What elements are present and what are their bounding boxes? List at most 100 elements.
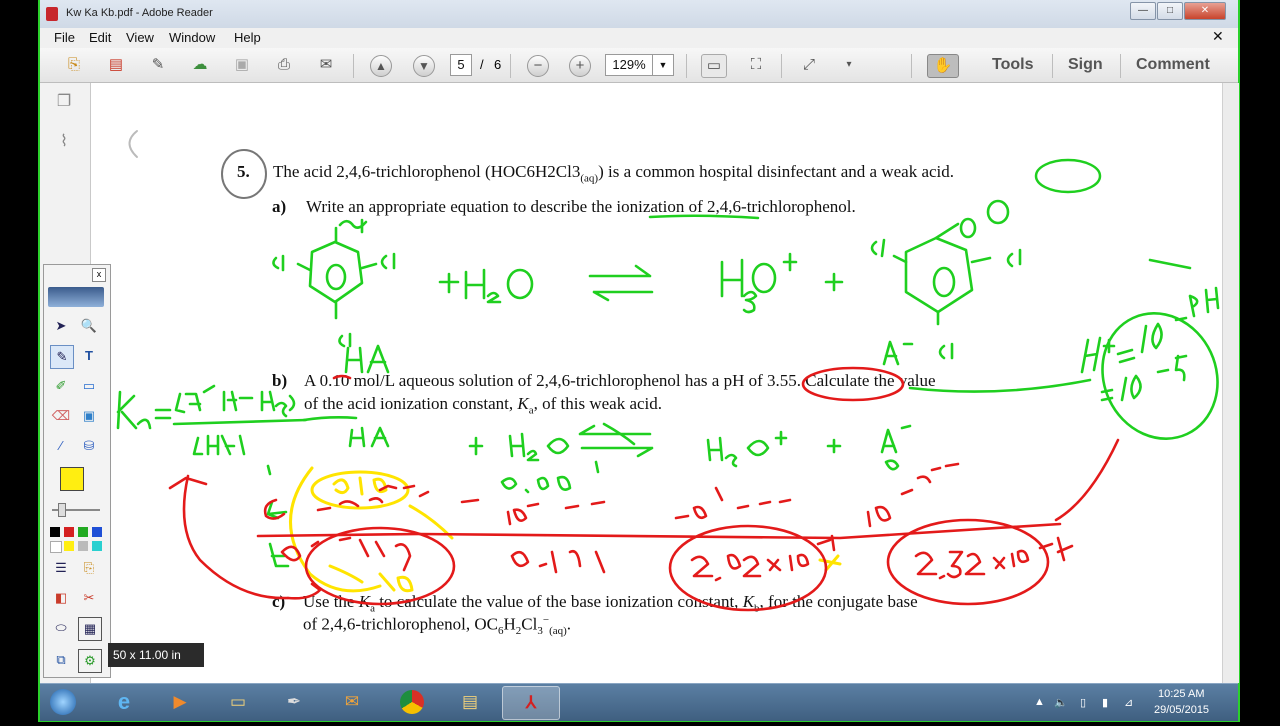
clock-date[interactable]: 29/05/2015 (1154, 704, 1209, 716)
toolbar-separator (686, 54, 687, 78)
rectangle-tool-icon[interactable]: ▭ (78, 375, 100, 397)
clock-time[interactable]: 10:25 AM (1158, 688, 1204, 700)
part-b-label: b) (272, 371, 288, 390)
stamp-icon[interactable]: ⎘ (78, 557, 100, 579)
image-tool-icon[interactable]: ▣ (78, 405, 100, 427)
menu-file[interactable]: File (54, 30, 75, 45)
close-document-icon[interactable]: ✕ (1212, 28, 1224, 45)
page-thumbnails-icon[interactable]: ❐ (54, 91, 74, 111)
save-icon[interactable]: ▣ (230, 54, 254, 76)
toolbar-separator (781, 54, 782, 78)
file-explorer-icon[interactable]: ▭ (212, 686, 264, 718)
print-icon[interactable]: ⎙ (272, 54, 296, 76)
create-pdf-icon[interactable]: ⎘ (62, 54, 86, 76)
color-blue[interactable] (92, 527, 102, 537)
internet-explorer-icon[interactable]: e (98, 686, 150, 718)
network-icon[interactable]: ▯ (1080, 696, 1086, 709)
color-yellow[interactable] (64, 541, 74, 551)
folder-icon[interactable]: ▤ (444, 686, 496, 718)
next-page-icon[interactable]: ▼ (413, 55, 435, 77)
color-grey[interactable] (78, 541, 88, 551)
eraser-icon[interactable]: ⌫ (50, 405, 72, 427)
part-b-line1: A 0.10 mol/L aqueous solution of 2,4,6-t… (304, 371, 936, 390)
adobe-reader-window: Kw Ka Kb.pdf - Adobe Reader — □ ✕ File E… (38, 0, 1240, 722)
page-total: 6 (494, 57, 502, 72)
screen-capture-icon[interactable]: ⧉ (50, 649, 72, 671)
volume-icon[interactable]: 🔈 (1054, 696, 1068, 709)
line-style-icon[interactable]: ☰ (50, 557, 72, 579)
hand-tool-icon[interactable]: ✋ (927, 54, 959, 78)
palette-close-button[interactable]: x (92, 268, 106, 282)
part-a-text: Write an appropriate equation to describ… (306, 197, 856, 216)
menu-edit[interactable]: Edit (89, 30, 111, 45)
part-c-line1: Use the Ka to calculate the value of the… (303, 592, 918, 615)
full-screen-icon[interactable]: ⤢ (797, 54, 821, 76)
pen-tool-taskbar-icon[interactable]: ✒ (268, 686, 320, 718)
show-hidden-icons-icon[interactable]: ▲ (1034, 696, 1045, 708)
sign-pane-button[interactable]: Sign (1068, 56, 1103, 74)
media-player-icon[interactable]: ▶ (154, 686, 206, 718)
previous-page-icon[interactable]: ▲ (370, 55, 392, 77)
signal-strength-icon[interactable]: ⊿ (1124, 696, 1133, 709)
text-tool-icon[interactable]: T (78, 345, 100, 367)
email-icon[interactable]: ✉ (314, 54, 338, 76)
fit-width-icon[interactable]: ⛶ (744, 54, 768, 76)
undo-icon[interactable]: ⬭ (50, 617, 72, 639)
attachments-paperclip-icon[interactable]: ⌇ (54, 131, 74, 151)
chrome-icon[interactable] (386, 686, 438, 718)
select-cursor-icon[interactable]: ➤ (50, 315, 72, 337)
edit-icon[interactable]: ✎ (146, 54, 170, 76)
record-icon[interactable]: ◧ (50, 587, 72, 609)
toolbar-separator (353, 54, 354, 78)
toolbar-separator (1120, 54, 1121, 78)
current-color-swatch[interactable] (60, 467, 84, 491)
eyedropper-icon[interactable]: ⁄ (50, 435, 72, 457)
window-title: Kw Ka Kb.pdf - Adobe Reader (66, 7, 213, 19)
question-5-text: The acid 2,4,6-trichlorophenol (HOC6H2Cl… (273, 162, 955, 185)
color-black[interactable] (50, 527, 60, 537)
vertical-scrollbar[interactable] (1222, 83, 1239, 683)
part-a-label: a) (272, 197, 287, 216)
toolbar-separator (911, 54, 912, 78)
comment-pane-button[interactable]: Comment (1136, 56, 1210, 74)
color-white[interactable] (50, 541, 62, 553)
upload-cloud-icon[interactable]: ☁ (188, 54, 212, 76)
fill-bucket-icon[interactable]: ⛁ (78, 435, 100, 457)
windows-taskbar: e ▶ ▭ ✒ ✉ ▤ ⅄ ▲ 🔈 ▯ ▮ ⊿ 10:25 AM 29/05/2… (40, 683, 1238, 721)
zoom-level-input[interactable]: 129% (605, 54, 653, 76)
screenshot-icon[interactable]: ▦ (78, 617, 102, 641)
toolbar-separator (1052, 54, 1053, 78)
color-green[interactable] (78, 527, 88, 537)
part-c-label: c) (272, 592, 286, 611)
zoom-dropdown-chevron-icon[interactable]: ▼ (652, 54, 674, 76)
toolbar-separator (510, 54, 511, 78)
minimize-button[interactable]: — (1130, 2, 1156, 20)
battery-icon[interactable]: ▮ (1102, 696, 1108, 709)
pen-settings-icon[interactable]: ⚙ (78, 649, 102, 673)
menu-window[interactable]: Window (169, 30, 215, 45)
part-c-line2: of 2,4,6-trichlorophenol, OC6H2Cl3−(aq). (303, 614, 572, 638)
pen-icon[interactable]: ✎ (50, 345, 74, 369)
menu-view[interactable]: View (126, 30, 154, 45)
tools-pane-button[interactable]: Tools (992, 56, 1033, 74)
windows-start-icon[interactable] (42, 686, 84, 718)
more-tools-chevron-icon[interactable]: ▾ (837, 54, 861, 76)
outlook-icon[interactable]: ✉ (326, 686, 378, 718)
page-number-input[interactable]: 5 (450, 54, 472, 76)
maximize-button[interactable]: □ (1157, 2, 1183, 20)
zoom-magnifier-icon[interactable]: 🔍 (78, 315, 100, 337)
zoom-out-icon[interactable]: − (527, 55, 549, 77)
highlighter-icon[interactable]: ✐ (50, 375, 72, 397)
adobe-reader-taskbar-icon[interactable]: ⅄ (502, 686, 560, 720)
color-red[interactable] (64, 527, 74, 537)
clear-ink-icon[interactable]: ✂ (78, 587, 100, 609)
open-file-icon[interactable]: ▤ (104, 54, 128, 76)
color-cyan[interactable] (92, 541, 102, 551)
menu-help[interactable]: Help (234, 30, 261, 45)
question-number: 5. (237, 162, 250, 181)
fit-page-icon[interactable]: ▭ (701, 54, 727, 78)
pdf-page: 5. The acid 2,4,6-trichlorophenol (HOC6H… (91, 83, 1222, 683)
zoom-in-icon[interactable]: + (569, 55, 591, 77)
slider-thumb[interactable] (58, 503, 66, 517)
close-button[interactable]: ✕ (1184, 2, 1226, 20)
